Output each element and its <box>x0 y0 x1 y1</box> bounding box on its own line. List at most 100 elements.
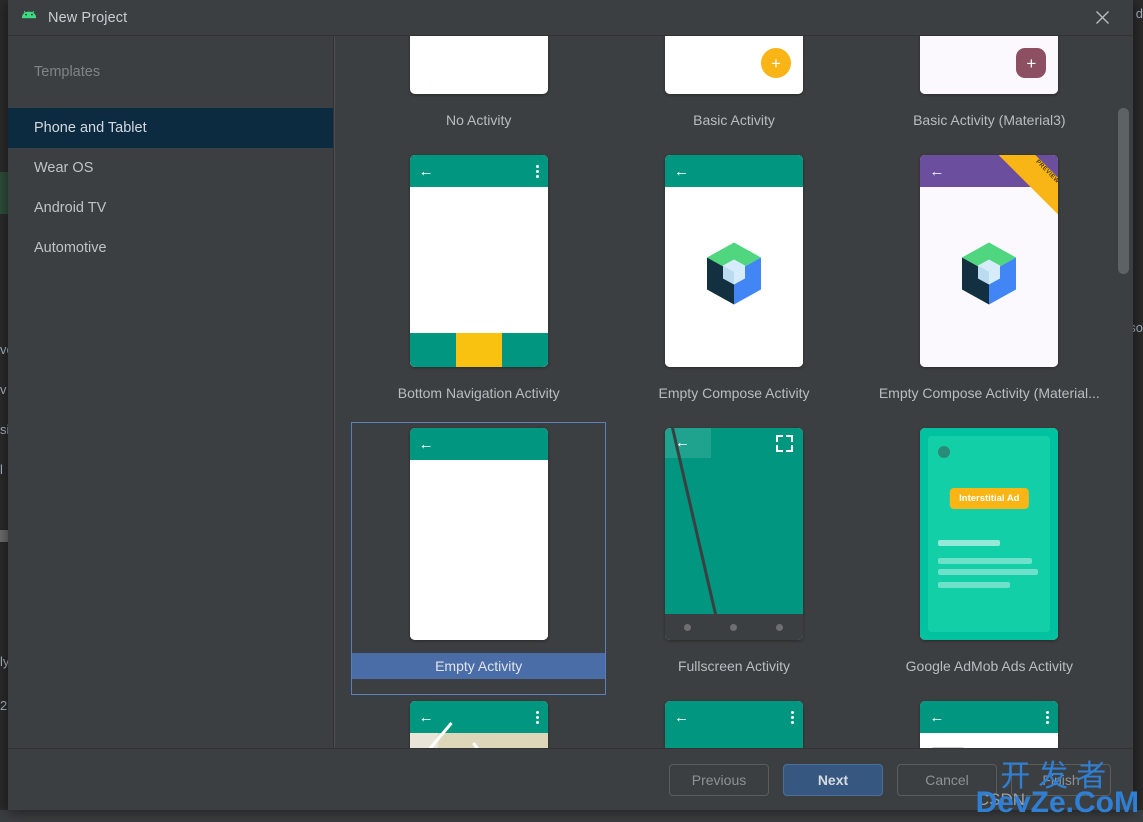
phone-screen <box>410 733 548 748</box>
preview-ribbon-label: PREVIEW <box>1034 159 1058 185</box>
phone-screen: + <box>665 36 803 94</box>
sidebar-item-android-tv[interactable]: Android TV <box>8 188 333 228</box>
preview-ribbon: PREVIEW <box>998 155 1058 215</box>
template-thumbnail: ← <box>665 155 803 367</box>
app-bar: ← <box>410 701 548 733</box>
finish-button[interactable]: Finish <box>1011 764 1111 796</box>
template-card-label: Basic Activity (Material3) <box>862 107 1117 133</box>
dialog-titlebar: New Project <box>8 0 1133 36</box>
template-thumbnail: ← + <box>920 36 1058 94</box>
sidebar-item-label: Phone and Tablet <box>34 120 147 136</box>
jetpack-compose-logo-icon <box>704 242 764 313</box>
avatar-dot-icon <box>938 446 950 458</box>
back-arrow-icon: ← <box>929 164 944 179</box>
back-arrow-icon: ← <box>419 164 434 179</box>
template-card-basic-activity-material3[interactable]: ← + Basic Activity (Material3) <box>862 36 1117 149</box>
template-thumbnail: ← ★ <box>665 701 803 748</box>
template-card-basic-views-activity[interactable]: ← Basic Views Activity <box>862 695 1117 748</box>
back-arrow-icon: ← <box>674 710 689 725</box>
sidebar-item-wear-os[interactable]: Wear OS <box>8 148 333 188</box>
template-gallery: No Activity ← + Basic Activity <box>334 36 1133 748</box>
interstitial-ad-badge: Interstitial Ad <box>950 488 1028 509</box>
sidebar-item-label: Automotive <box>34 240 107 256</box>
sidebar-item-label: Wear OS <box>34 160 93 176</box>
sidebar-item-phone-and-tablet[interactable]: Phone and Tablet <box>8 108 333 148</box>
placeholder-line <box>938 558 1032 564</box>
template-thumbnail <box>410 36 548 94</box>
back-arrow-icon: ← <box>419 710 434 725</box>
template-card-label: Empty Activity <box>351 653 606 679</box>
app-bar: ← <box>410 428 548 460</box>
template-card-label: Bottom Navigation Activity <box>351 380 606 406</box>
template-thumbnail: ← <box>920 155 1058 367</box>
template-card-no-activity[interactable]: No Activity <box>351 36 606 149</box>
floating-action-button-icon: + <box>1016 48 1046 78</box>
template-card-basic-activity[interactable]: ← + Basic Activity <box>606 36 861 149</box>
fullscreen-expand-icon <box>776 435 793 452</box>
close-icon[interactable] <box>1089 5 1115 31</box>
bottom-navigation-bar <box>410 333 548 367</box>
placeholder-line <box>932 747 964 748</box>
template-card-label: Fullscreen Activity <box>606 653 861 679</box>
diagonal-decoration <box>671 428 730 640</box>
previous-button[interactable]: Previous <box>669 764 769 796</box>
back-arrow-icon: ← <box>929 710 944 725</box>
new-project-dialog: New Project Templates Phone and Tablet W… <box>8 0 1133 810</box>
overflow-menu-icon <box>536 165 539 178</box>
phone-screen: ← <box>665 428 803 640</box>
app-bar: ← <box>920 701 1058 733</box>
template-card-label: Google AdMob Ads Activity <box>862 653 1117 679</box>
template-thumbnail: ← <box>665 428 803 640</box>
placeholder-line <box>938 540 1000 546</box>
template-card-empty-compose-activity[interactable]: ← <box>606 149 861 422</box>
sidebar-item-automotive[interactable]: Automotive <box>8 228 333 268</box>
phone-screen <box>410 36 548 62</box>
placeholder-line <box>938 582 1010 588</box>
dialog-footer: Previous Next Cancel Finish <box>8 748 1133 810</box>
template-card-google-maps-activity[interactable]: ← Google Maps Activity <box>351 695 606 748</box>
dialog-body: Templates Phone and Tablet Wear OS Andro… <box>8 36 1133 748</box>
placeholder-line <box>938 569 1038 575</box>
overflow-menu-icon <box>791 711 794 724</box>
backdrop-right-text: d <box>1136 6 1143 21</box>
phone-screen <box>665 187 803 367</box>
template-thumbnail: ← <box>410 701 548 748</box>
template-card-empty-activity[interactable]: ← Empty Activity <box>351 422 606 695</box>
template-card-empty-compose-activity-material3[interactable]: ← <box>862 149 1117 422</box>
template-scrollbar-thumb[interactable] <box>1118 108 1129 274</box>
dialog-title: New Project <box>48 10 127 26</box>
map-background <box>410 733 548 748</box>
back-arrow-icon: ← <box>674 164 689 179</box>
template-card-label: Empty Compose Activity <box>606 380 861 406</box>
category-sidebar: Templates Phone and Tablet Wear OS Andro… <box>8 36 334 748</box>
sidebar-item-label: Android TV <box>34 200 106 216</box>
back-arrow-icon: ← <box>419 437 434 452</box>
app-bar: ← <box>410 155 548 187</box>
template-card-bottom-navigation-activity[interactable]: ← Bottom Navigation Activity <box>351 149 606 422</box>
template-card-label: No Activity <box>351 107 606 133</box>
cancel-button[interactable]: Cancel <box>897 764 997 796</box>
backdrop-bottom-bar <box>0 810 1143 822</box>
phone-screen <box>920 733 1058 748</box>
system-navigation-bar <box>665 614 803 640</box>
phone-screen <box>410 460 548 640</box>
template-thumbnail: ← + <box>665 36 803 94</box>
ad-container: Interstitial Ad <box>928 436 1050 632</box>
phone-screen: Interstitial Ad <box>920 428 1058 640</box>
phone-screen <box>410 187 548 367</box>
app-bar: ← <box>665 701 803 733</box>
template-card-login-activity[interactable]: ← ★ Login Activity <box>606 695 861 748</box>
template-card-label: Basic Activity <box>606 107 861 133</box>
template-card-google-admob-ads-activity[interactable]: Interstitial Ad Google AdMob Ads Activit… <box>862 422 1117 695</box>
jetpack-compose-logo-icon <box>959 242 1019 313</box>
floating-action-button-icon: + <box>761 48 791 78</box>
template-thumbnail: Interstitial Ad <box>920 428 1058 640</box>
overflow-menu-icon <box>1046 711 1049 724</box>
sidebar-header: Templates <box>8 36 333 108</box>
template-scrollbar-track[interactable] <box>1120 36 1131 748</box>
android-robot-icon <box>18 10 40 26</box>
template-thumbnail: ← <box>410 155 548 367</box>
template-thumbnail: ← <box>920 701 1058 748</box>
template-card-fullscreen-activity[interactable]: ← Fullscreen Activity <box>606 422 861 695</box>
next-button[interactable]: Next <box>783 764 883 796</box>
